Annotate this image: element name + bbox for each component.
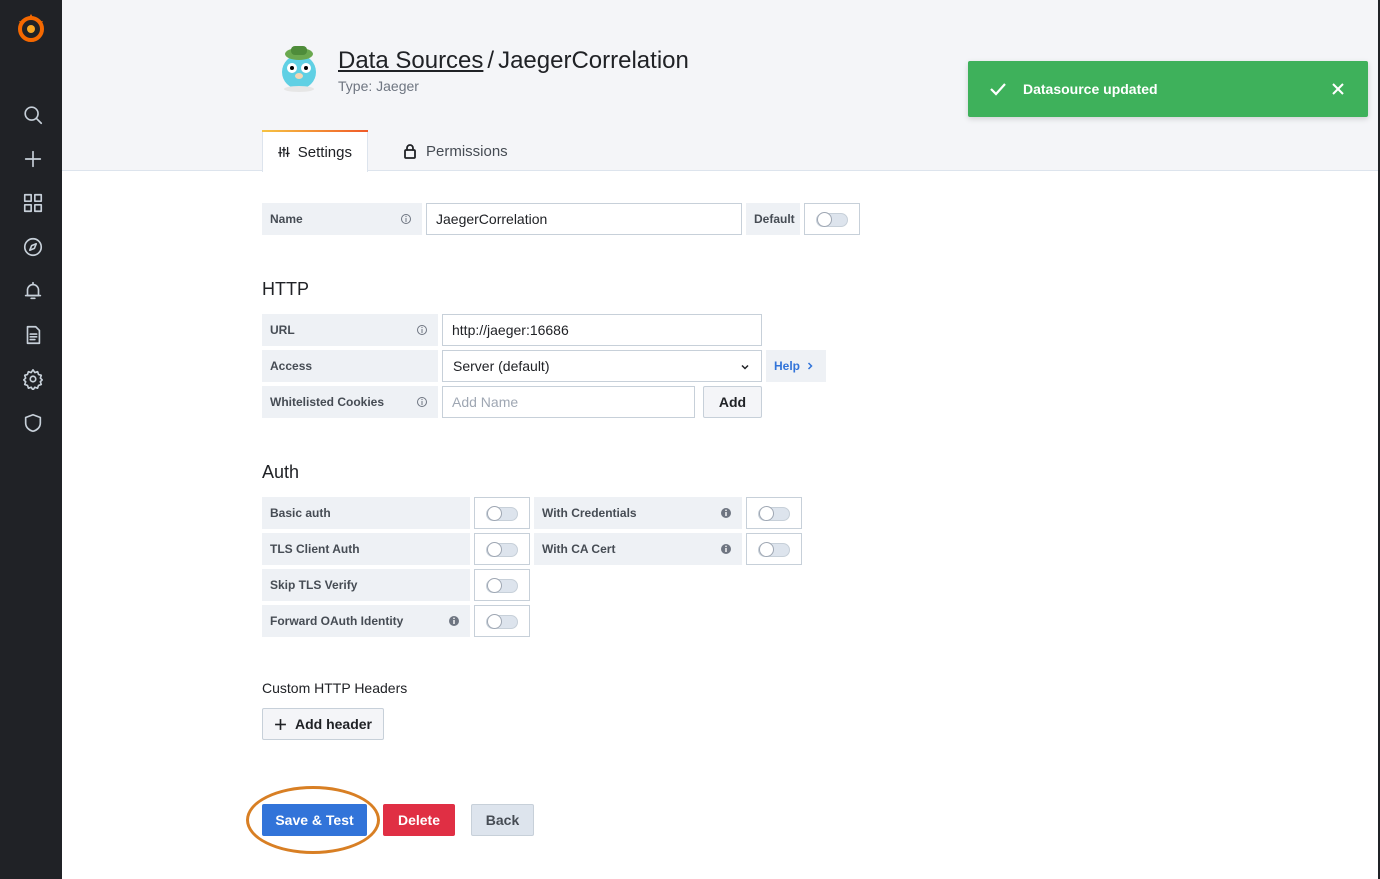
auth-heading: Auth: [262, 462, 300, 482]
breadcrumb-separator: /: [487, 47, 495, 74]
page-title: Data Sources / JaegerCorrelation: [338, 47, 689, 75]
save-and-test-button[interactable]: Save & Test: [262, 804, 367, 836]
name-label: Name: [262, 203, 422, 235]
lock-icon: [404, 144, 416, 159]
cookies-label-text: Whitelisted Cookies: [270, 395, 385, 409]
forward-oauth-toggle[interactable]: [474, 605, 530, 637]
tab-permissions[interactable]: Permissions: [387, 130, 523, 172]
tls-client-auth-toggle[interactable]: [474, 533, 530, 565]
default-toggle[interactable]: [804, 203, 860, 235]
document-icon[interactable]: [20, 322, 46, 348]
add-header-button[interactable]: Add header: [262, 708, 384, 740]
tab-settings[interactable]: Settings: [262, 130, 368, 172]
search-icon[interactable]: [20, 102, 46, 128]
alert-bell-icon[interactable]: [20, 278, 46, 304]
sliders-icon: [278, 146, 290, 158]
with-credentials-label-text: With Credentials: [542, 506, 637, 520]
info-icon[interactable]: [400, 213, 412, 225]
add-header-label: Add header: [294, 716, 372, 732]
info-icon[interactable]: [448, 615, 460, 627]
url-input[interactable]: [442, 314, 762, 346]
url-label: URL: [262, 314, 438, 346]
forward-oauth-label-text: Forward OAuth Identity: [270, 614, 404, 628]
jaeger-logo: [282, 46, 316, 92]
help-label: Help: [774, 359, 801, 373]
access-label: Access: [262, 350, 438, 382]
cookie-name-input[interactable]: [442, 386, 695, 418]
http-heading: HTTP: [262, 279, 309, 299]
tls-client-auth-label: TLS Client Auth: [262, 533, 470, 565]
sidebar: [0, 0, 62, 879]
access-select-value: Server (default): [453, 358, 550, 374]
help-button[interactable]: Help: [766, 350, 826, 382]
tab-permissions-label: Permissions: [426, 142, 508, 160]
explore-icon[interactable]: [20, 234, 46, 260]
info-icon[interactable]: [720, 543, 732, 555]
skip-tls-verify-label: Skip TLS Verify: [262, 569, 470, 601]
default-label: Default: [746, 203, 800, 235]
success-toast: Datasource updated: [968, 61, 1368, 117]
with-ca-cert-toggle[interactable]: [746, 533, 802, 565]
dashboards-icon[interactable]: [20, 190, 46, 216]
cookies-label: Whitelisted Cookies: [262, 386, 438, 418]
with-ca-cert-label-text: With CA Cert: [542, 542, 616, 556]
breadcrumb-data-sources[interactable]: Data Sources: [338, 47, 483, 74]
gear-icon[interactable]: [20, 366, 46, 392]
info-icon[interactable]: [416, 396, 428, 408]
shield-icon[interactable]: [20, 410, 46, 436]
plus-icon: [275, 718, 286, 730]
tab-settings-label: Settings: [297, 143, 352, 161]
chevron-right-icon: [807, 362, 813, 370]
back-button[interactable]: Back: [471, 804, 534, 836]
access-select[interactable]: Server (default): [442, 350, 762, 382]
name-label-text: Name: [270, 212, 303, 226]
delete-button[interactable]: Delete: [383, 804, 455, 836]
grafana-logo[interactable]: [14, 11, 48, 45]
plus-icon[interactable]: [20, 146, 46, 172]
basic-auth-toggle[interactable]: [474, 497, 530, 529]
custom-headers-heading: Custom HTTP Headers: [262, 680, 408, 696]
info-icon[interactable]: [416, 324, 428, 336]
with-credentials-toggle[interactable]: [746, 497, 802, 529]
datasource-type: Type: Jaeger: [338, 78, 419, 94]
with-credentials-label: With Credentials: [534, 497, 742, 529]
with-ca-cert-label: With CA Cert: [534, 533, 742, 565]
name-input[interactable]: [426, 203, 742, 235]
url-label-text: URL: [270, 323, 295, 337]
basic-auth-label: Basic auth: [262, 497, 470, 529]
close-icon[interactable]: [1328, 79, 1348, 99]
chevron-down-icon: [741, 364, 749, 370]
datasource-name-title: JaegerCorrelation: [498, 47, 689, 74]
toast-message: Datasource updated: [1023, 81, 1158, 97]
info-icon[interactable]: [720, 507, 732, 519]
forward-oauth-label: Forward OAuth Identity: [262, 605, 470, 637]
add-cookie-button[interactable]: Add: [703, 386, 762, 418]
check-icon: [990, 83, 1006, 96]
skip-tls-verify-toggle[interactable]: [474, 569, 530, 601]
